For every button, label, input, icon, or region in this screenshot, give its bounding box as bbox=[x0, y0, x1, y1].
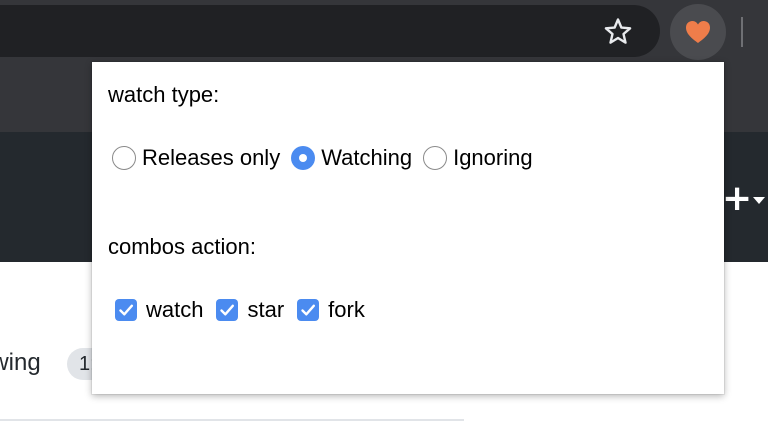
toolbar-divider bbox=[741, 17, 743, 47]
watch-type-radio-group: Releases only Watching Ignoring bbox=[112, 142, 544, 174]
checkbox-option-fork[interactable]: fork bbox=[297, 296, 365, 324]
browser-toolbar bbox=[0, 0, 768, 62]
check-icon bbox=[119, 304, 133, 316]
checkbox-watch[interactable] bbox=[115, 299, 137, 321]
combos-checkbox-group: watch star fork bbox=[115, 294, 378, 326]
radio-option-watching[interactable]: Watching bbox=[291, 144, 412, 172]
divider bbox=[0, 419, 464, 421]
checkbox-label: watch bbox=[146, 297, 204, 322]
radio-option-releases-only[interactable]: Releases only bbox=[112, 144, 280, 172]
radio-option-ignoring[interactable]: Ignoring bbox=[423, 144, 533, 172]
checkbox-option-star[interactable]: star bbox=[216, 296, 284, 324]
check-icon bbox=[301, 304, 316, 316]
radio-ignoring[interactable] bbox=[423, 146, 448, 170]
combos-action-heading: combos action: bbox=[108, 234, 256, 259]
caret-down-icon[interactable] bbox=[753, 197, 765, 204]
checkbox-star[interactable] bbox=[216, 299, 239, 321]
radio-label: Watching bbox=[321, 145, 413, 170]
plus-icon[interactable]: + bbox=[722, 181, 752, 217]
checkbox-label: star bbox=[247, 297, 285, 322]
checkbox-fork[interactable] bbox=[297, 299, 320, 321]
radio-label: Ignoring bbox=[453, 145, 533, 170]
extension-popup: watch type: Releases only Watching Ignor… bbox=[92, 62, 724, 394]
address-bar[interactable] bbox=[0, 5, 660, 57]
bookmark-star-icon[interactable] bbox=[602, 16, 634, 48]
checkbox-option-watch[interactable]: watch bbox=[115, 296, 203, 324]
check-icon bbox=[220, 304, 235, 316]
checkbox-label: fork bbox=[328, 297, 365, 322]
watch-type-heading: watch type: bbox=[108, 82, 220, 107]
extension-button[interactable] bbox=[670, 4, 726, 60]
radio-label: Releases only bbox=[142, 145, 281, 170]
following-label: owing bbox=[0, 349, 41, 376]
radio-watching[interactable] bbox=[291, 146, 316, 170]
radio-releases-only[interactable] bbox=[112, 146, 136, 170]
heart-icon bbox=[686, 21, 710, 43]
